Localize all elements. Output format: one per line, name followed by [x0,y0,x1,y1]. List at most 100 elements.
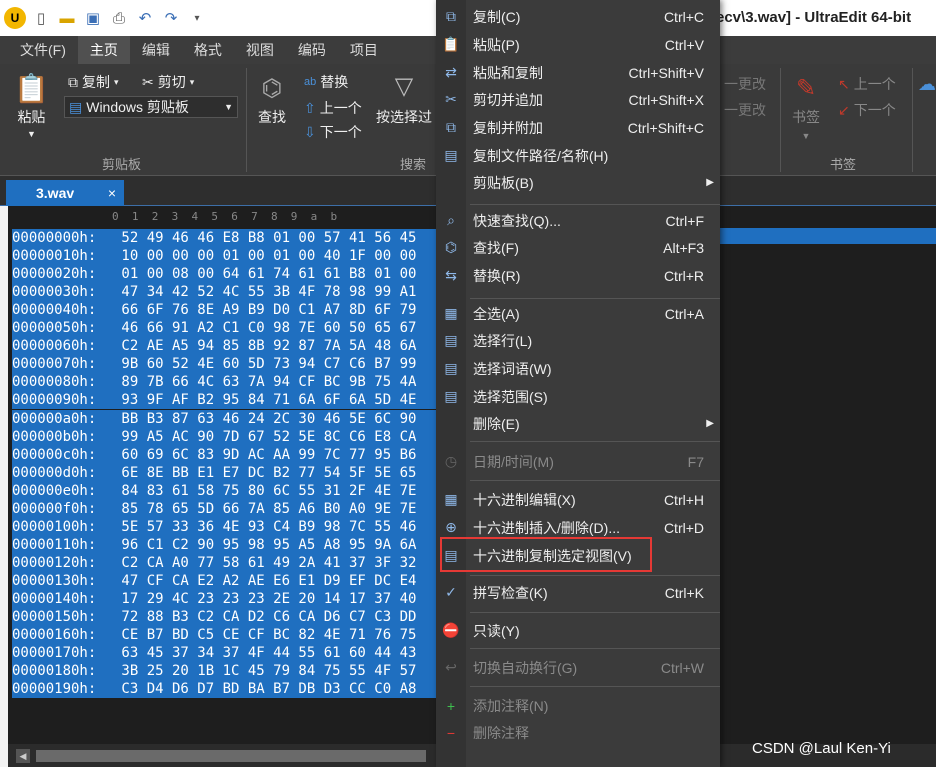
hex-row[interactable]: 00000000h: 52 49 46 46 E8 B8 01 00 57 41… [12,229,438,247]
hex-row[interactable]: 00000080h: 89 7B 66 4C 63 7A 94 CF BC 9B… [12,373,438,392]
hex-row-bytes[interactable]: 01 00 08 00 64 61 74 61 61 B8 01 00 [112,265,438,284]
redo-icon[interactable]: ↷ [160,7,182,29]
menu-item-file-path[interactable]: ▤ 复制文件路径/名称(H) [436,142,720,169]
print-icon[interactable]: ⎙ [108,7,130,29]
hex-row-bytes[interactable]: 93 9F AF B2 95 84 71 6A 6F 6A 5D 4E [112,391,438,410]
copy-button[interactable]: ⧉ 复制 ▾ [68,72,119,92]
hex-row[interactable]: 00000010h: 10 00 00 00 01 00 01 00 40 1F… [12,247,438,266]
hex-row[interactable]: 00000050h: 46 66 91 A2 C1 C0 98 7E 60 50… [12,319,438,338]
hex-row-bytes[interactable]: 17 29 4C 23 23 23 2E 20 14 17 37 40 [112,590,438,608]
menu-item-paste[interactable]: 📋 粘贴(P) Ctrl+V [436,31,720,58]
scroll-left-icon[interactable]: ◀ [16,749,30,763]
hex-row-bytes[interactable]: 89 7B 66 4C 63 7A 94 CF BC 9B 75 4A [112,373,438,392]
hex-row[interactable]: 00000180h: 3B 25 20 1B 1C 45 79 84 75 55… [12,662,438,681]
tab-encoding[interactable]: 编码 [286,36,338,64]
hex-row[interactable]: 00000170h: 63 45 37 34 37 4F 44 55 61 60… [12,644,438,663]
hex-row-bytes[interactable]: 5E 57 33 36 4E 93 C4 B9 98 7C 55 46 [112,517,438,536]
menu-item-submenu-14[interactable]: 删除(E) ▶ [436,410,720,437]
menu-item-spell-check[interactable]: ✓ 拼写检查(K) Ctrl+K [436,579,720,606]
tab-home[interactable]: 主页 [77,36,130,64]
hex-row-bytes[interactable]: 60 69 6C 83 9D AC AA 99 7C 77 95 B6 [112,445,438,464]
menu-item-submenu-6[interactable]: 剪贴板(B) ▶ [436,169,720,196]
prev-bookmark-button[interactable]: ↖ 上一个 [838,74,896,94]
clipboard-select[interactable]: ▤ Windows 剪贴板 ▼ [64,96,238,118]
menu-item-add-comment[interactable]: + 添加注释(N) [436,692,720,719]
paste-button[interactable]: 📋 粘贴 ▼ [14,72,49,139]
hex-row[interactable]: 000000e0h: 84 83 61 58 75 80 6C 55 31 2F… [12,481,438,500]
hex-row[interactable]: 00000130h: 47 CF CA E2 A2 AE E6 E1 D9 EF… [12,571,438,590]
menu-item-word-wrap[interactable]: ↩ 切换自动换行(G) Ctrl+W [436,654,720,681]
menu-item-read-only[interactable]: ⛔ 只读(Y) [436,617,720,644]
hex-row-bytes[interactable]: 47 34 42 52 4C 55 3B 4F 78 98 99 A1 [112,283,438,302]
new-file-icon[interactable]: ▯ [30,7,52,29]
hex-row-bytes[interactable]: 6E 8E BB E1 E7 DC B2 77 54 5F 5E 65 [112,463,438,482]
hex-row-bytes[interactable]: 3B 25 20 1B 1C 45 79 84 75 55 4F 57 [112,662,438,681]
menu-item-hex-edit[interactable]: ▦ 十六进制编辑(X) Ctrl+H [436,486,720,513]
menu-item-select-line[interactable]: ▤ 选择行(L) [436,327,720,354]
menu-item-select-word[interactable]: ▤ 选择词语(W) [436,355,720,382]
filter-button[interactable]: ▽ 按选择过 [376,72,432,127]
tab-project[interactable]: 项目 [338,36,390,64]
menu-item-copy-append[interactable]: ⧉ 复制并附加 Ctrl+Shift+C [436,114,720,141]
replace-button[interactable]: ab 替换 [304,72,348,92]
hex-row[interactable]: 000000c0h: 60 69 6C 83 9D AC AA 99 7C 77… [12,445,438,464]
hex-row[interactable]: 000000d0h: 6E 8E BB E1 E7 DC B2 77 54 5F… [12,463,438,482]
hex-row[interactable]: 00000140h: 17 29 4C 23 23 23 2E 20 14 17… [12,590,438,608]
hex-row-bytes[interactable]: 9B 60 52 4E 60 5D 73 94 C7 C6 B7 99 [112,355,438,374]
prev-change-label[interactable]: 一更改 [724,74,766,94]
document-tab[interactable]: 3.wav × [6,180,124,206]
menu-item-datetime[interactable]: ◷ 日期/时间(M) F7 [436,448,720,475]
ultraedit-logo-icon[interactable]: U [4,7,26,29]
find-previous-button[interactable]: ⇧ 上一个 [304,98,362,118]
hex-row-bytes[interactable]: C2 CA A0 77 58 61 49 2A 41 37 3F 32 [112,553,438,572]
menu-item-copy[interactable]: ⧉ 复制(C) Ctrl+C [436,3,720,30]
menu-item-select-range[interactable]: ▤ 选择范围(S) [436,383,720,410]
hex-row-bytes[interactable]: 85 78 65 5D 66 7A 85 A6 B0 A0 9E 7E [112,499,438,518]
open-folder-icon[interactable]: ▬ [56,7,78,29]
menu-item-paste-copy[interactable]: ⇄ 粘贴和复制 Ctrl+Shift+V [436,59,720,86]
tab-view[interactable]: 视图 [234,36,286,64]
hex-row[interactable]: 000000b0h: 99 A5 AC 90 7D 67 52 5E 8C C6… [12,427,438,446]
bookmark-button[interactable]: ✎ 书签 ▼ [792,74,820,141]
menu-item-quick-find[interactable]: ⌕ 快速查找(Q)... Ctrl+F [436,207,720,234]
hex-row-bytes[interactable]: 96 C1 C2 90 95 98 95 A5 A8 95 9A 6A [112,535,438,554]
hex-row-bytes[interactable]: 72 88 B3 C2 CA D2 C6 CA D6 C7 C3 DD [112,608,438,627]
close-icon[interactable]: × [108,185,116,201]
save-icon[interactable]: ▣ [82,7,104,29]
hex-row[interactable]: 00000110h: 96 C1 C2 90 95 98 95 A5 A8 95… [12,535,438,554]
hex-row[interactable]: 00000060h: C2 AE A5 94 85 8B 92 87 7A 5A… [12,337,438,356]
hex-row[interactable]: 00000030h: 47 34 42 52 4C 55 3B 4F 78 98… [12,283,438,302]
scrollbar-thumb[interactable] [36,750,426,762]
next-change-label[interactable]: 一更改 [724,100,766,120]
find-next-button[interactable]: ⇩ 下一个 [304,122,362,142]
hex-row-bytes[interactable]: 46 66 91 A2 C1 C0 98 7E 60 50 65 67 [112,319,438,338]
cut-button[interactable]: ✂ 剪切 ▾ [142,72,194,92]
next-bookmark-button[interactable]: ↙ 下一个 [838,100,896,120]
hex-row-bytes[interactable]: 10 00 00 00 01 00 01 00 40 1F 00 00 [112,247,438,266]
hex-row[interactable]: 00000150h: 72 88 B3 C2 CA D2 C6 CA D6 C7… [12,608,438,627]
hex-row[interactable]: 000000a0h: BB B3 87 63 46 24 2C 30 46 5E… [12,409,438,428]
hex-row-bytes[interactable]: 63 45 37 34 37 4F 44 55 61 60 44 43 [112,644,438,663]
find-button[interactable]: ⌬ 查找 [258,74,286,127]
menu-item-cut-append[interactable]: ✂ 剪切并追加 Ctrl+Shift+X [436,86,720,113]
hex-row-bytes[interactable]: 99 A5 AC 90 7D 67 52 5E 8C C6 E8 CA [112,427,438,446]
hex-row[interactable]: 000000f0h: 85 78 65 5D 66 7A 85 A6 B0 A0… [12,499,438,518]
hex-row-bytes[interactable]: CE B7 BD C5 CE CF BC 82 4E 71 76 75 [112,626,438,645]
hex-row[interactable]: 00000020h: 01 00 08 00 64 61 74 61 61 B8… [12,265,438,284]
customize-toolbar-icon[interactable]: ▾ [186,7,208,29]
hex-row[interactable]: 00000120h: C2 CA A0 77 58 61 49 2A 41 37… [12,553,438,572]
hex-row[interactable]: 00000100h: 5E 57 33 36 4E 93 C4 B9 98 7C… [12,517,438,536]
hex-row[interactable]: 00000090h: 93 9F AF B2 95 84 71 6A 6F 6A… [12,391,438,410]
menu-item-remove-comment[interactable]: − 删除注释 [436,719,720,746]
tab-edit[interactable]: 编辑 [130,36,182,64]
hex-row-bytes[interactable]: C3 D4 D6 D7 BD BA B7 DB D3 CC C0 A8 [112,680,438,699]
undo-icon[interactable]: ↶ [134,7,156,29]
cloud-icon[interactable]: ☁ [918,74,936,95]
tab-file[interactable]: 文件(F) [8,36,78,64]
menu-item-replace[interactable]: ⇆ 替换(R) Ctrl+R [436,262,720,289]
hex-row-bytes[interactable]: 47 CF CA E2 A2 AE E6 E1 D9 EF DC E4 [112,571,438,590]
hex-row[interactable]: 00000190h: C3 D4 D6 D7 BD BA B7 DB D3 CC… [12,680,438,699]
hex-row-bytes[interactable]: 66 6F 76 8E A9 B9 D0 C1 A7 8D 6F 79 [112,301,438,320]
hex-row[interactable]: 00000040h: 66 6F 76 8E A9 B9 D0 C1 A7 8D… [12,301,438,320]
menu-item-find[interactable]: ⌬ 查找(F) Alt+F3 [436,234,720,261]
